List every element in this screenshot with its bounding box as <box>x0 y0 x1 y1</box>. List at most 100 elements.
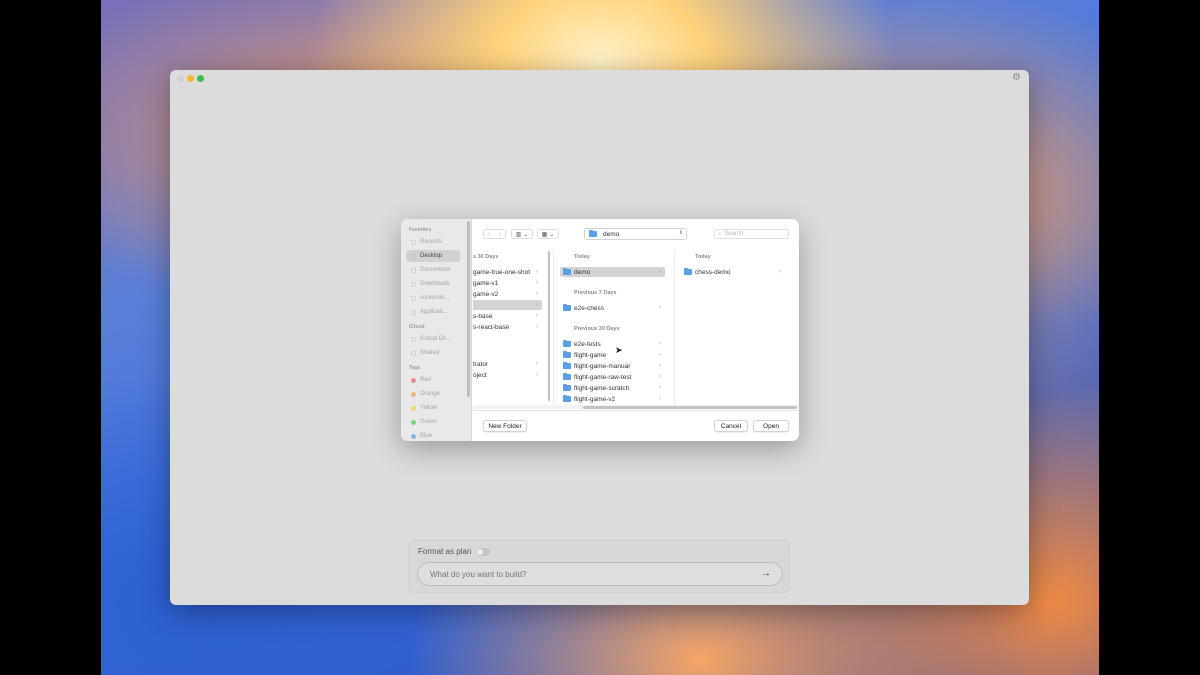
new-folder-button[interactable]: New Folder <box>483 420 527 432</box>
sidebar-item[interactable]: ▢ Shared <box>406 347 460 359</box>
sidebar-item[interactable]: Yellow <box>406 402 460 414</box>
mouse-cursor-icon: ➤ <box>615 345 623 355</box>
file-name: demo <box>574 268 591 276</box>
open-button[interactable]: Open <box>753 420 789 432</box>
file-name: s-base <box>473 312 493 320</box>
file-row[interactable]: e2e-chess › <box>560 303 665 313</box>
sidebar-item-label: Yellow <box>420 405 438 411</box>
sidebar-item[interactable]: ▢ iCloud Dri... <box>406 333 460 345</box>
file-name: flight-game-manual <box>574 362 630 370</box>
file-row[interactable]: game-true-one-shot › <box>473 267 542 277</box>
sidebar-scrollbar[interactable] <box>467 221 470 397</box>
format-as-plan-toggle[interactable] <box>476 547 491 556</box>
folder-icon <box>563 304 571 311</box>
sidebar-item[interactable]: ▢ Applicati... <box>406 306 460 318</box>
sidebar-item[interactable]: Green <box>406 416 460 428</box>
file-name: flight-game <box>574 351 607 359</box>
sidebar-item[interactable]: ▢ Recents <box>406 236 460 248</box>
column-group-heading: s 30 Days <box>473 254 499 260</box>
sidebar-item[interactable]: ▢ Downloads <box>406 278 460 290</box>
sidebar-item-label: Blue <box>420 433 433 439</box>
sidebar-item[interactable]: Blue <box>406 430 460 441</box>
search-icon: ⌕ <box>718 230 722 237</box>
file-row[interactable]: oject › <box>473 370 542 380</box>
chevron-down-icon: ⌄ <box>549 231 555 238</box>
file-row[interactable]: game-v1 › <box>473 278 542 288</box>
sidebar-item-label: Documents <box>420 267 451 273</box>
prompt-input[interactable] <box>417 562 783 586</box>
column-1-scrollbar[interactable] <box>548 251 550 401</box>
sidebar-item[interactable]: ▢ screensh... <box>406 292 460 304</box>
horizontal-scrollbar[interactable] <box>583 406 797 409</box>
browser-column-1[interactable]: s 30 Days game-true-one-shot › game-v1 › game… <box>473 249 550 405</box>
applications-icon: ▢ <box>410 309 417 316</box>
download-icon: ▢ <box>410 281 417 288</box>
folder-icon <box>563 373 571 380</box>
location-popup[interactable]: demo ⇕ <box>584 228 687 240</box>
file-row[interactable]: s-base › <box>473 311 542 321</box>
tag-dot-icon <box>411 377 416 383</box>
file-name: s-react-base <box>473 323 510 331</box>
sidebar-item-label: Recents <box>420 239 443 245</box>
file-row[interactable]: chess-demo › <box>681 267 785 277</box>
settings-gear-icon[interactable]: ⚙ <box>1012 72 1021 83</box>
chevron-right-icon: › <box>659 341 661 347</box>
tag-dot-icon <box>411 391 416 397</box>
chevron-right-icon: › <box>659 305 661 311</box>
file-name: flight-game-raw-test <box>574 373 632 381</box>
file-row[interactable]: game-v2 › <box>473 289 542 299</box>
file-row[interactable]: flight-game-raw-test › <box>560 372 665 382</box>
chevron-right-icon: › <box>536 269 538 275</box>
file-row[interactable]: demo › <box>560 267 665 277</box>
search-placeholder: Search <box>724 231 744 237</box>
browser-column-2[interactable]: Today demo › Previous 7 Days e2e-chess › Previ… <box>553 249 670 405</box>
file-row[interactable]: s-react-base › <box>473 322 542 332</box>
sidebar-item[interactable]: ▢ Documents <box>406 264 460 276</box>
updown-chevron-icon: ⇕ <box>678 230 683 236</box>
file-row[interactable]: flight-game-scratch › <box>560 383 665 393</box>
folder-icon <box>563 351 571 358</box>
file-name: flight-game-v2 <box>574 395 616 403</box>
tag-dot-icon <box>411 433 416 439</box>
sidebar-item-label: Green <box>420 419 437 425</box>
sidebar-item[interactable]: ▢ Desktop <box>406 250 460 262</box>
sidebar-item[interactable]: Red <box>406 374 460 386</box>
chevron-right-icon: › <box>536 291 538 297</box>
browser-column-3[interactable]: Today chess-demo › <box>674 249 792 405</box>
columns-icon: ▥ <box>515 231 522 238</box>
window-maximize-button[interactable] <box>197 75 204 82</box>
file-name: trator <box>473 360 489 368</box>
forward-chevron-icon[interactable]: › <box>499 231 501 238</box>
window-close-button[interactable] <box>177 75 184 82</box>
window-minimize-button[interactable] <box>187 75 194 82</box>
sidebar-heading: iCloud <box>409 324 425 330</box>
chevron-right-icon: › <box>536 313 538 319</box>
shared-folder-icon: ▢ <box>410 350 417 357</box>
chevron-right-icon: › <box>536 280 538 286</box>
clock-icon: ▢ <box>410 239 417 246</box>
file-name: chess-demo <box>695 268 731 276</box>
file-row[interactable]: flight-game-manual › <box>560 361 665 371</box>
chevron-right-icon: › <box>659 363 661 369</box>
sidebar-heading: Favorites <box>409 227 432 233</box>
column-view-button[interactable]: ▥ ⌄ <box>511 229 533 239</box>
file-row[interactable]: flight-game › <box>560 350 665 360</box>
sidebar-item[interactable]: Orange <box>406 388 460 400</box>
send-arrow-icon[interactable]: → <box>761 568 771 579</box>
location-label: demo <box>603 230 620 238</box>
back-forward-buttons[interactable]: ‹ › <box>483 229 506 239</box>
search-field[interactable]: ⌕ Search <box>714 229 789 239</box>
file-name: game-v1 <box>473 279 499 287</box>
column-group-heading: Today <box>574 254 590 260</box>
chevron-right-icon: › <box>536 302 538 308</box>
sidebar-item-label: screensh... <box>420 295 450 301</box>
sidebar-item-label: iCloud Dri... <box>420 336 452 342</box>
file-row[interactable]: e2e-tests › <box>560 339 665 349</box>
group-view-button[interactable]: ▦ ⌄ <box>537 229 559 239</box>
file-row[interactable]: flight-game-v2 › <box>560 394 665 404</box>
cancel-button[interactable]: Cancel <box>714 420 748 432</box>
file-row[interactable]: trator › <box>473 359 542 369</box>
back-chevron-icon[interactable]: ‹ <box>488 231 490 238</box>
sidebar-item-label: Desktop <box>420 253 443 259</box>
file-row[interactable]: › <box>473 300 542 310</box>
